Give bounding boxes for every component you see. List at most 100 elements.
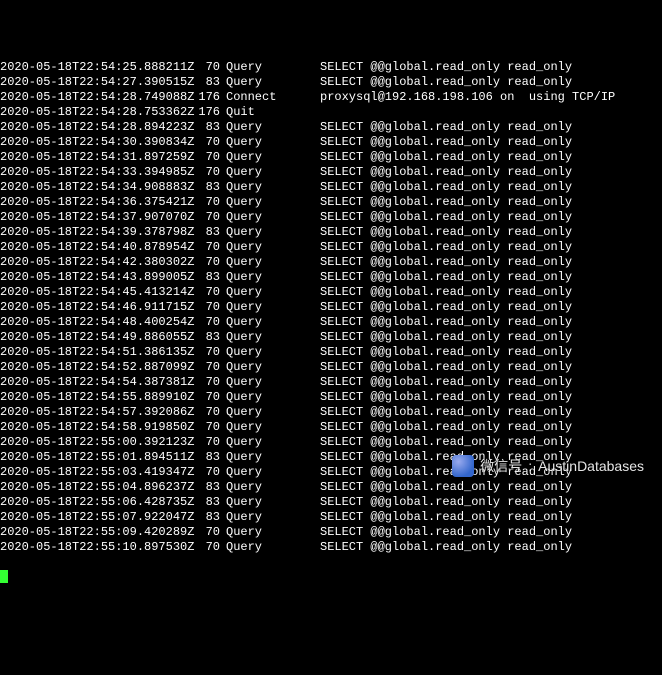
command-type: Query	[220, 495, 290, 510]
connection-id: 70	[170, 435, 220, 450]
query-payload: SELECT @@global.read_only read_only	[290, 540, 572, 555]
command-type: Query	[220, 480, 290, 495]
query-payload: SELECT @@global.read_only read_only	[290, 465, 572, 480]
timestamp: 2020-05-18T22:54:39.378798Z	[0, 225, 170, 240]
connection-id: 70	[170, 135, 220, 150]
connection-id: 70	[170, 420, 220, 435]
query-payload: SELECT @@global.read_only read_only	[290, 240, 572, 255]
timestamp: 2020-05-18T22:54:31.897259Z	[0, 150, 170, 165]
log-line: 2020-05-18T22:54:42.380302Z70QuerySELECT…	[0, 255, 662, 270]
connection-id: 83	[170, 480, 220, 495]
query-payload: SELECT @@global.read_only read_only	[290, 285, 572, 300]
timestamp: 2020-05-18T22:54:28.753362Z	[0, 105, 170, 120]
query-payload: SELECT @@global.read_only read_only	[290, 135, 572, 150]
log-line: 2020-05-18T22:54:51.386135Z70QuerySELECT…	[0, 345, 662, 360]
command-type: Query	[220, 225, 290, 240]
command-type: Query	[220, 255, 290, 270]
connection-id: 70	[170, 315, 220, 330]
command-type: Query	[220, 60, 290, 75]
timestamp: 2020-05-18T22:55:00.392123Z	[0, 435, 170, 450]
connection-id: 70	[170, 345, 220, 360]
query-payload: SELECT @@global.read_only read_only	[290, 510, 572, 525]
connection-id: 83	[170, 495, 220, 510]
log-line: 2020-05-18T22:55:03.419347Z70QuerySELECT…	[0, 465, 662, 480]
log-line: 2020-05-18T22:54:36.375421Z70QuerySELECT…	[0, 195, 662, 210]
log-line: 2020-05-18T22:54:54.387381Z70QuerySELECT…	[0, 375, 662, 390]
log-line: 2020-05-18T22:55:07.922047Z83QuerySELECT…	[0, 510, 662, 525]
connection-id: 70	[170, 210, 220, 225]
timestamp: 2020-05-18T22:54:57.392086Z	[0, 405, 170, 420]
timestamp: 2020-05-18T22:54:51.386135Z	[0, 345, 170, 360]
command-type: Query	[220, 465, 290, 480]
timestamp: 2020-05-18T22:55:07.922047Z	[0, 510, 170, 525]
timestamp: 2020-05-18T22:54:27.390515Z	[0, 75, 170, 90]
command-type: Quit	[220, 105, 290, 120]
timestamp: 2020-05-18T22:54:52.887099Z	[0, 360, 170, 375]
log-line: 2020-05-18T22:55:01.894511Z83QuerySELECT…	[0, 450, 662, 465]
query-payload: SELECT @@global.read_only read_only	[290, 150, 572, 165]
connection-id: 83	[170, 120, 220, 135]
timestamp: 2020-05-18T22:55:04.896237Z	[0, 480, 170, 495]
command-type: Query	[220, 420, 290, 435]
timestamp: 2020-05-18T22:55:09.420289Z	[0, 525, 170, 540]
query-payload: SELECT @@global.read_only read_only	[290, 60, 572, 75]
timestamp: 2020-05-18T22:55:10.897530Z	[0, 540, 170, 555]
log-line: 2020-05-18T22:54:37.907070Z70QuerySELECT…	[0, 210, 662, 225]
timestamp: 2020-05-18T22:54:40.878954Z	[0, 240, 170, 255]
connection-id: 70	[170, 60, 220, 75]
log-line: 2020-05-18T22:54:27.390515Z83QuerySELECT…	[0, 75, 662, 90]
query-payload: SELECT @@global.read_only read_only	[290, 525, 572, 540]
timestamp: 2020-05-18T22:54:48.400254Z	[0, 315, 170, 330]
connection-id: 70	[170, 255, 220, 270]
log-line: 2020-05-18T22:54:49.886055Z83QuerySELECT…	[0, 330, 662, 345]
connection-id: 83	[170, 270, 220, 285]
command-type: Query	[220, 120, 290, 135]
query-payload: SELECT @@global.read_only read_only	[290, 210, 572, 225]
timestamp: 2020-05-18T22:54:46.911715Z	[0, 300, 170, 315]
command-type: Query	[220, 330, 290, 345]
query-payload: SELECT @@global.read_only read_only	[290, 180, 572, 195]
command-type: Query	[220, 450, 290, 465]
query-payload: SELECT @@global.read_only read_only	[290, 195, 572, 210]
query-payload: SELECT @@global.read_only read_only	[290, 435, 572, 450]
connection-id: 70	[170, 240, 220, 255]
query-payload: SELECT @@global.read_only read_only	[290, 300, 572, 315]
connection-id: 70	[170, 300, 220, 315]
query-payload: SELECT @@global.read_only read_only	[290, 120, 572, 135]
log-line: 2020-05-18T22:54:43.899005Z83QuerySELECT…	[0, 270, 662, 285]
log-line: 2020-05-18T22:54:33.394985Z70QuerySELECT…	[0, 165, 662, 180]
timestamp: 2020-05-18T22:55:06.428735Z	[0, 495, 170, 510]
log-line: 2020-05-18T22:55:00.392123Z70QuerySELECT…	[0, 435, 662, 450]
command-type: Query	[220, 435, 290, 450]
query-payload: SELECT @@global.read_only read_only	[290, 270, 572, 285]
log-line: 2020-05-18T22:54:30.390834Z70QuerySELECT…	[0, 135, 662, 150]
connection-id: 70	[170, 540, 220, 555]
query-payload: SELECT @@global.read_only read_only	[290, 315, 572, 330]
connection-id: 176	[170, 105, 220, 120]
timestamp: 2020-05-18T22:54:55.889910Z	[0, 390, 170, 405]
timestamp: 2020-05-18T22:54:34.908883Z	[0, 180, 170, 195]
log-line: 2020-05-18T22:54:25.888211Z70QuerySELECT…	[0, 60, 662, 75]
log-line: 2020-05-18T22:54:46.911715Z70QuerySELECT…	[0, 300, 662, 315]
connection-id: 70	[170, 360, 220, 375]
log-line: 2020-05-18T22:55:10.897530Z70QuerySELECT…	[0, 540, 662, 555]
timestamp: 2020-05-18T22:54:49.886055Z	[0, 330, 170, 345]
timestamp: 2020-05-18T22:54:58.919850Z	[0, 420, 170, 435]
connection-id: 83	[170, 75, 220, 90]
connection-id: 83	[170, 225, 220, 240]
terminal-output[interactable]: 2020-05-18T22:54:25.888211Z70QuerySELECT…	[0, 60, 662, 555]
log-line: 2020-05-18T22:54:28.753362Z176Quit	[0, 105, 662, 120]
log-line: 2020-05-18T22:54:57.392086Z70QuerySELECT…	[0, 405, 662, 420]
timestamp: 2020-05-18T22:54:54.387381Z	[0, 375, 170, 390]
command-type: Query	[220, 180, 290, 195]
log-line: 2020-05-18T22:55:09.420289Z70QuerySELECT…	[0, 525, 662, 540]
command-type: Query	[220, 525, 290, 540]
query-payload: SELECT @@global.read_only read_only	[290, 360, 572, 375]
cursor	[0, 570, 8, 583]
command-type: Query	[220, 540, 290, 555]
query-payload: SELECT @@global.read_only read_only	[290, 345, 572, 360]
command-type: Connect	[220, 90, 290, 105]
connection-id: 83	[170, 330, 220, 345]
query-payload: SELECT @@global.read_only read_only	[290, 480, 572, 495]
log-line: 2020-05-18T22:54:48.400254Z70QuerySELECT…	[0, 315, 662, 330]
